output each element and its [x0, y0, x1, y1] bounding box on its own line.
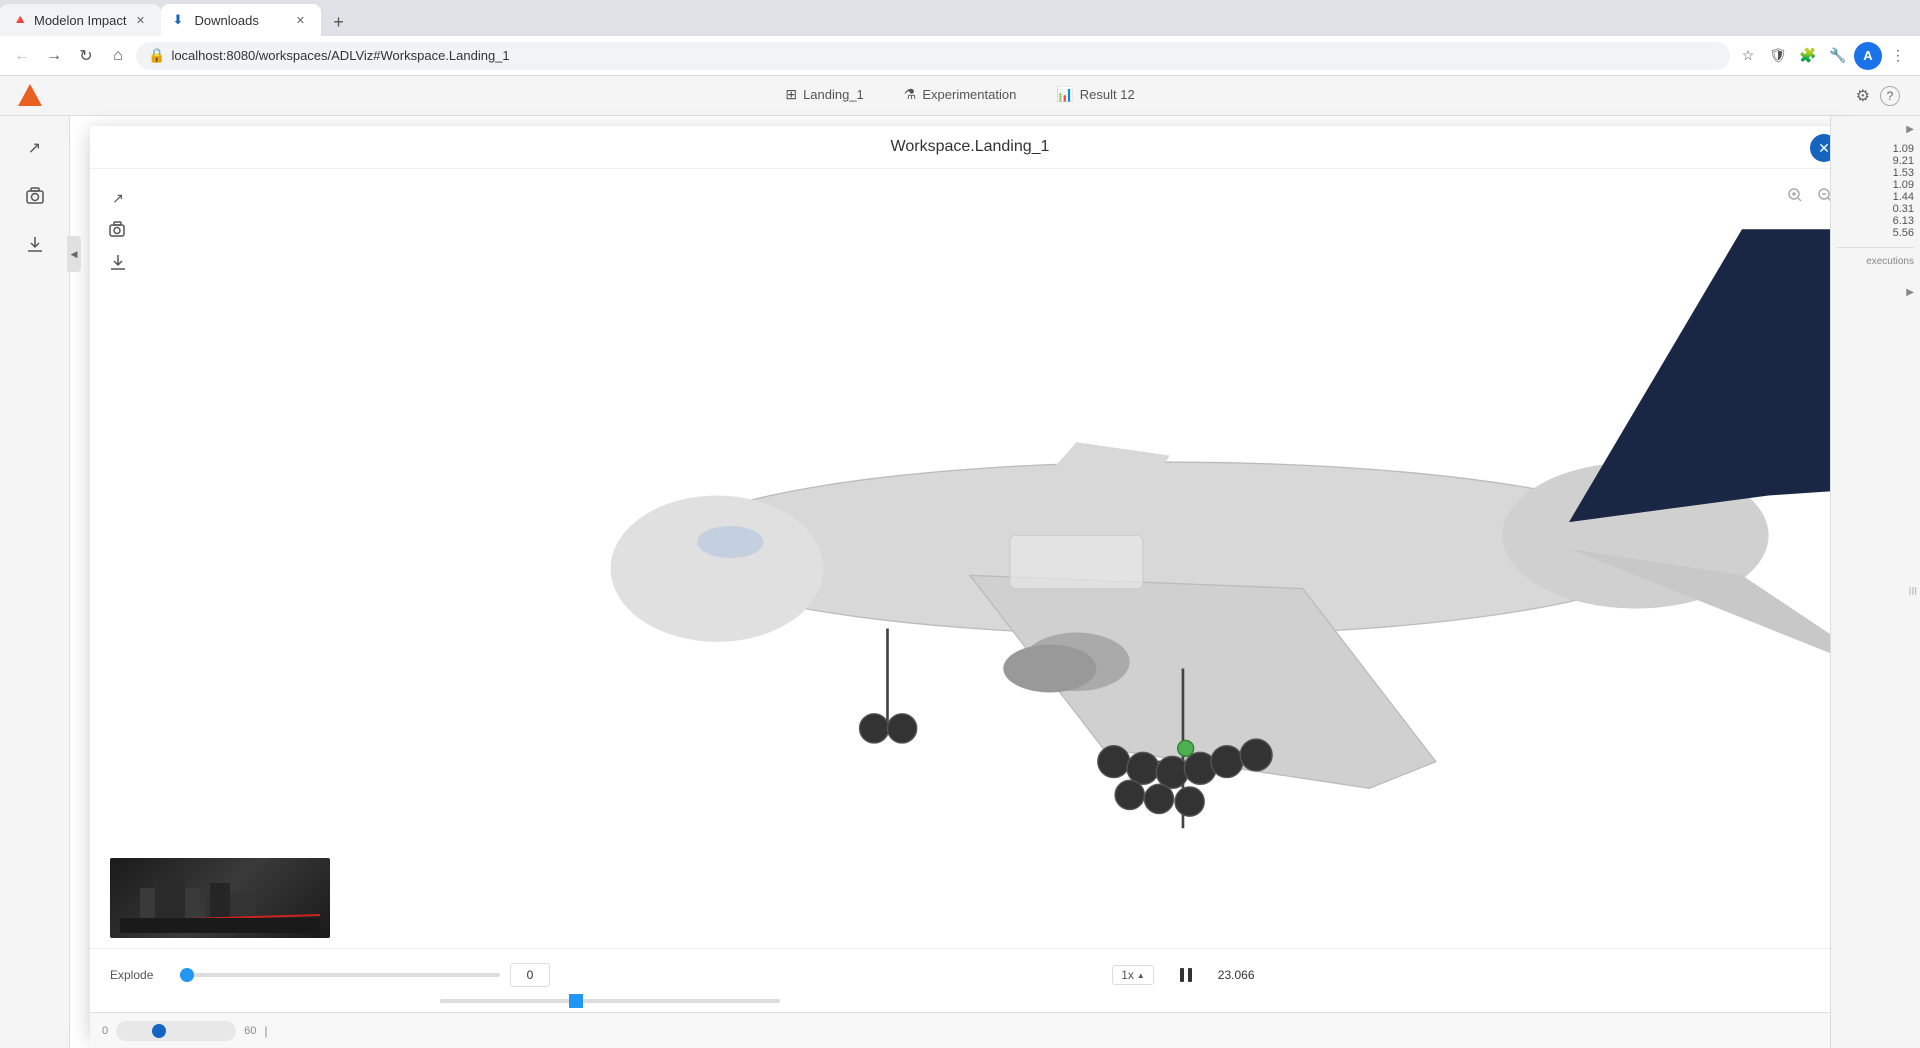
value-item-2: 9.21 — [1837, 155, 1914, 167]
tab-close-2[interactable]: ✕ — [293, 12, 309, 28]
tab-downloads[interactable]: ⬇ Downloads ✕ — [161, 4, 321, 36]
explode-label: Explode — [110, 968, 170, 982]
time-value: 23.066 — [1218, 968, 1255, 982]
toolbar-tab-experimentation[interactable]: ⚗ Experimentation — [884, 78, 1037, 113]
main-area: ↗ ◀ Workspace.Landing_1 ✕ — [0, 116, 1920, 1048]
reload-button[interactable]: ↻ — [72, 42, 100, 70]
timeline-row — [110, 999, 1830, 1003]
landing-icon: ⊞ — [785, 86, 797, 103]
bookmark-button[interactable]: ☆ — [1734, 42, 1762, 70]
left-sidebar: ↗ ◀ — [0, 116, 70, 1048]
time-display: 23.066 — [1218, 968, 1278, 982]
value-item-5: 1.44 — [1837, 191, 1914, 203]
value-item-4: 1.09 — [1837, 179, 1914, 191]
right-panel-collapse-2: ▶ — [1837, 287, 1914, 298]
explode-slider-track — [180, 973, 500, 977]
extension-button-2[interactable]: 🔧 — [1824, 42, 1852, 70]
experimentation-tab-label: Experimentation — [922, 87, 1016, 102]
panel-drag-handle[interactable]: ≡ — [1902, 586, 1920, 595]
explode-row: Explode 0 1x ▲ — [110, 959, 1830, 991]
url-text: localhost:8080/workspaces/ADLViz#Workspa… — [171, 48, 509, 63]
tab-favicon-2: ⬇ — [173, 12, 189, 28]
values-section-1: 1.09 9.21 1.53 1.09 1.44 0.31 6.13 5.56 — [1837, 143, 1914, 248]
help-button[interactable]: ? — [1880, 86, 1900, 106]
timeline-slider-track — [440, 999, 780, 1003]
viewport-download-button[interactable] — [106, 250, 130, 274]
right-panel-collapse: ▶ — [1837, 124, 1914, 135]
timeline-end: 60 — [244, 1025, 256, 1037]
sidebar-collapse-button[interactable]: ◀ — [67, 236, 81, 272]
viewport-camera-button[interactable] — [106, 218, 130, 242]
aircraft-display — [90, 176, 1850, 948]
tab-favicon-1: 🔺 — [12, 12, 28, 28]
profile-button[interactable]: A — [1854, 42, 1882, 70]
speed-value: 1x — [1121, 968, 1134, 982]
new-tab-button[interactable]: + — [325, 8, 353, 36]
nav-actions: ☆ 🛡 🧩 🔧 A ⋮ — [1734, 42, 1912, 70]
result-tab-label: Result 12 — [1080, 87, 1135, 102]
home-button[interactable]: ⌂ — [104, 42, 132, 70]
url-bar[interactable]: 🔒 localhost:8080/workspaces/ADLViz#Works… — [136, 42, 1730, 70]
settings-button[interactable]: ⚙ — [1856, 86, 1870, 106]
timeline-end-marker[interactable]: | — [264, 1024, 267, 1038]
tab-modelon[interactable]: 🔺 Modelon Impact ✕ — [0, 4, 161, 36]
browser-chrome: 🔺 Modelon Impact ✕ ⬇ Downloads ✕ + ← → ↻… — [0, 0, 1920, 76]
speed-arrow: ▲ — [1137, 971, 1145, 980]
workspace: Workspace.Landing_1 ✕ ↗ — [70, 116, 1920, 1048]
back-button[interactable]: ← — [8, 42, 36, 70]
scene-thumbnail — [110, 858, 330, 938]
tab-close-1[interactable]: ✕ — [133, 12, 149, 28]
right-collapse-button-2[interactable]: ▶ — [1906, 287, 1914, 298]
thumbnail-inner — [110, 858, 330, 938]
toolbar-tab-result[interactable]: 📊 Result 12 — [1036, 78, 1154, 113]
speed-control[interactable]: 1x ▲ — [1112, 965, 1154, 985]
fullscreen-button[interactable]: ↗ — [106, 186, 130, 210]
pause-button[interactable] — [1170, 959, 1202, 991]
tab-title-2: Downloads — [195, 13, 287, 28]
experimentation-icon: ⚗ — [904, 86, 917, 103]
forward-button[interactable]: → — [40, 42, 68, 70]
modal-title: Workspace.Landing_1 — [891, 138, 1050, 156]
modal-container: Workspace.Landing_1 ✕ ↗ — [90, 126, 1850, 1038]
timeline-thumb[interactable] — [569, 994, 583, 1008]
right-collapse-button-1[interactable]: ▶ — [1906, 124, 1914, 135]
landing-tab-label: Landing_1 — [803, 87, 864, 102]
shield-icon: 🛡 — [1764, 42, 1792, 70]
camera-button[interactable] — [19, 180, 51, 212]
tab-title-1: Modelon Impact — [34, 13, 127, 28]
viewport: ↗ — [90, 176, 1850, 948]
result-icon: 📊 — [1056, 86, 1073, 103]
global-timeline: 0 60 | — [90, 1012, 1850, 1048]
executions-label: executions — [1837, 256, 1914, 267]
modal-header: Workspace.Landing_1 ✕ — [90, 126, 1850, 169]
more-options-button[interactable]: ⋮ — [1884, 42, 1912, 70]
playback-controls: 1x ▲ 23.066 — [560, 959, 1830, 991]
right-value-panel: ▶ 1.09 9.21 1.53 1.09 1.44 0.31 6.13 5.5… — [1830, 116, 1920, 1048]
extension-button[interactable]: 🧩 — [1794, 42, 1822, 70]
global-timeline-thumb[interactable] — [152, 1024, 166, 1038]
expand-button[interactable]: ↗ — [19, 132, 51, 164]
viewport-controls: ↗ — [106, 186, 130, 274]
global-timeline-slider[interactable] — [116, 1021, 236, 1041]
value-item-1: 1.09 — [1837, 143, 1914, 155]
value-item-8: 5.56 — [1837, 227, 1914, 239]
app-toolbar: ⊞ Landing_1 ⚗ Experimentation 📊 Result 1… — [0, 76, 1920, 116]
toolbar-tab-landing[interactable]: ⊞ Landing_1 — [765, 78, 883, 113]
tab-bar: 🔺 Modelon Impact ✕ ⬇ Downloads ✕ + — [0, 0, 1920, 36]
timeline-start: 0 — [102, 1025, 108, 1037]
value-item-3: 1.53 — [1837, 167, 1914, 179]
download-button[interactable] — [19, 228, 51, 260]
nav-bar: ← → ↻ ⌂ 🔒 localhost:8080/workspaces/ADLV… — [0, 36, 1920, 76]
app-logo — [16, 82, 44, 110]
explode-slider-thumb[interactable] — [180, 968, 194, 982]
explode-value[interactable]: 0 — [510, 963, 550, 987]
value-item-6: 0.31 — [1837, 203, 1914, 215]
value-item-7: 6.13 — [1837, 215, 1914, 227]
